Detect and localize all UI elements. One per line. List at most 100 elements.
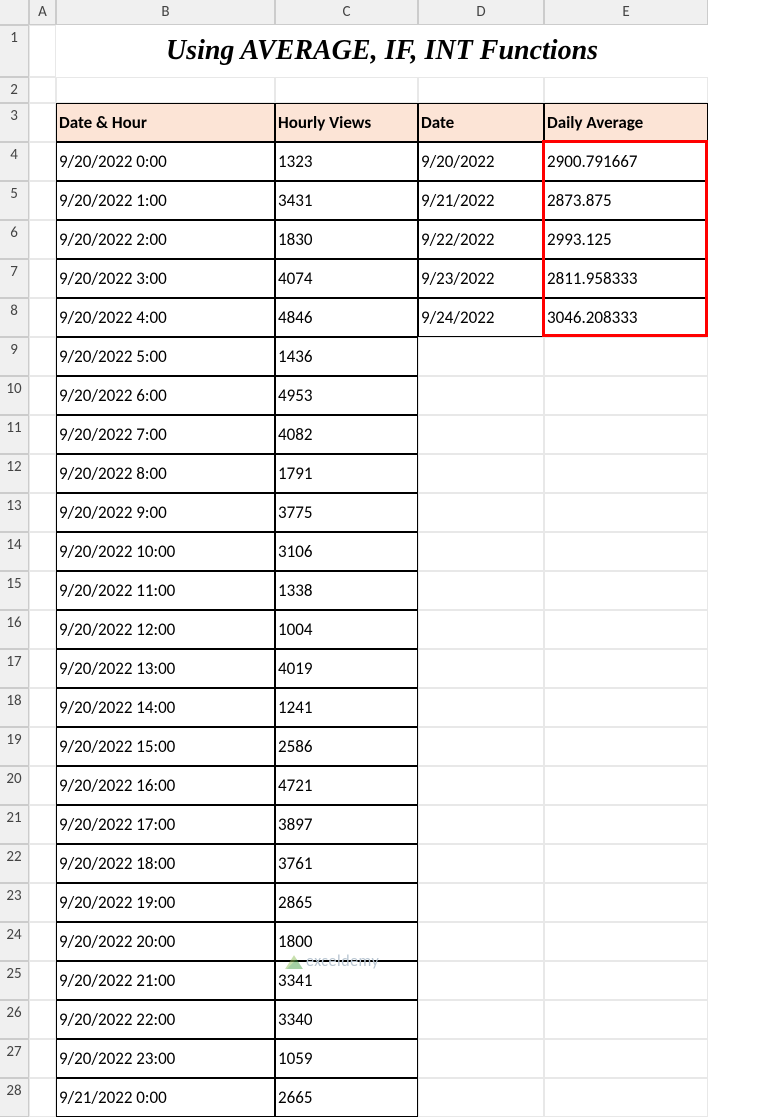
cell-date[interactable] (418, 727, 544, 766)
cell-hourly-views[interactable]: 4846 (275, 298, 418, 337)
cell-a1[interactable] (29, 25, 56, 77)
cell-daily-average[interactable] (544, 610, 708, 649)
cell-daily-average[interactable] (544, 376, 708, 415)
cell-a22[interactable] (29, 844, 56, 883)
cell-date-hour[interactable]: 9/20/2022 3:00 (56, 259, 275, 298)
cell-date-hour[interactable]: 9/20/2022 15:00 (56, 727, 275, 766)
cell-hourly-views[interactable]: 3106 (275, 532, 418, 571)
cell-date[interactable] (418, 649, 544, 688)
cell-date-hour[interactable]: 9/20/2022 5:00 (56, 337, 275, 376)
cell-a6[interactable] (29, 220, 56, 259)
cell-a12[interactable] (29, 454, 56, 493)
cell-date-hour[interactable]: 9/20/2022 13:00 (56, 649, 275, 688)
cell-hourly-views[interactable]: 3775 (275, 493, 418, 532)
row-header-21[interactable]: 21 (0, 805, 29, 844)
cell-date[interactable]: 9/22/2022 (418, 220, 544, 259)
cell-date[interactable]: 9/23/2022 (418, 259, 544, 298)
cell-hourly-views[interactable]: 1323 (275, 142, 418, 181)
cell-daily-average[interactable] (544, 415, 708, 454)
cell-date-hour[interactable]: 9/20/2022 19:00 (56, 883, 275, 922)
cell-date[interactable] (418, 766, 544, 805)
cell-date[interactable] (418, 493, 544, 532)
cell-a11[interactable] (29, 415, 56, 454)
cell-date[interactable] (418, 454, 544, 493)
cell-a2[interactable] (29, 77, 56, 103)
cell-date[interactable] (418, 1000, 544, 1039)
cell-hourly-views[interactable]: 1800 (275, 922, 418, 961)
cell-date[interactable] (418, 610, 544, 649)
row-header-14[interactable]: 14 (0, 532, 29, 571)
row-header-3[interactable]: 3 (0, 103, 29, 142)
row-header-16[interactable]: 16 (0, 610, 29, 649)
cell-daily-average[interactable] (544, 1000, 708, 1039)
cell-date-hour[interactable]: 9/20/2022 17:00 (56, 805, 275, 844)
cell-date-hour[interactable]: 9/20/2022 0:00 (56, 142, 275, 181)
row-header-17[interactable]: 17 (0, 649, 29, 688)
cell-daily-average[interactable] (544, 805, 708, 844)
cell-date-hour[interactable]: 9/20/2022 22:00 (56, 1000, 275, 1039)
cell-hourly-views[interactable]: 1004 (275, 610, 418, 649)
row-header-23[interactable]: 23 (0, 883, 29, 922)
cell-a17[interactable] (29, 649, 56, 688)
cell-a23[interactable] (29, 883, 56, 922)
row-header-8[interactable]: 8 (0, 298, 29, 337)
cell-hourly-views[interactable]: 1830 (275, 220, 418, 259)
cell-date[interactable] (418, 1078, 544, 1117)
cell-daily-average[interactable] (544, 571, 708, 610)
cell-a3[interactable] (29, 103, 56, 142)
cell-a9[interactable] (29, 337, 56, 376)
cell-date[interactable]: 9/21/2022 (418, 181, 544, 220)
col-header-c[interactable]: C (275, 0, 418, 25)
header-date[interactable]: Date (418, 103, 544, 142)
row-header-19[interactable]: 19 (0, 727, 29, 766)
cell-daily-average[interactable] (544, 844, 708, 883)
cell-a7[interactable] (29, 259, 56, 298)
cell-date[interactable]: 9/24/2022 (418, 298, 544, 337)
header-daily-average[interactable]: Daily Average (544, 103, 708, 142)
cell-a18[interactable] (29, 688, 56, 727)
cell-date[interactable] (418, 883, 544, 922)
row-header-7[interactable]: 7 (0, 259, 29, 298)
cell-date-hour[interactable]: 9/20/2022 18:00 (56, 844, 275, 883)
row-header-24[interactable]: 24 (0, 922, 29, 961)
spreadsheet-grid[interactable]: A B C D E 1 Using AVERAGE, IF, INT Funct… (0, 0, 768, 142)
cell-hourly-views[interactable]: 1436 (275, 337, 418, 376)
cell-hourly-views[interactable]: 1791 (275, 454, 418, 493)
cell-b2[interactable] (56, 77, 275, 103)
cell-daily-average[interactable] (544, 649, 708, 688)
cell-date-hour[interactable]: 9/20/2022 10:00 (56, 532, 275, 571)
cell-daily-average[interactable] (544, 688, 708, 727)
cell-hourly-views[interactable]: 1059 (275, 1039, 418, 1078)
cell-date[interactable] (418, 922, 544, 961)
row-header-25[interactable]: 25 (0, 961, 29, 1000)
cell-a28[interactable] (29, 1078, 56, 1117)
cell-a27[interactable] (29, 1039, 56, 1078)
cell-date[interactable] (418, 688, 544, 727)
cell-a5[interactable] (29, 181, 56, 220)
cell-daily-average[interactable] (544, 337, 708, 376)
cell-date-hour[interactable]: 9/20/2022 20:00 (56, 922, 275, 961)
row-header-20[interactable]: 20 (0, 766, 29, 805)
row-header-26[interactable]: 26 (0, 1000, 29, 1039)
cell-a16[interactable] (29, 610, 56, 649)
cell-hourly-views[interactable]: 4953 (275, 376, 418, 415)
header-hourly-views[interactable]: Hourly Views (275, 103, 418, 142)
cell-c2[interactable] (275, 77, 418, 103)
header-date-hour[interactable]: Date & Hour (56, 103, 275, 142)
cell-daily-average[interactable] (544, 1078, 708, 1117)
cell-daily-average[interactable]: 3046.208333 (544, 298, 708, 337)
cell-daily-average[interactable] (544, 961, 708, 1000)
cell-a25[interactable] (29, 961, 56, 1000)
cell-date-hour[interactable]: 9/20/2022 6:00 (56, 376, 275, 415)
row-header-18[interactable]: 18 (0, 688, 29, 727)
cell-date-hour[interactable]: 9/20/2022 23:00 (56, 1039, 275, 1078)
cell-a21[interactable] (29, 805, 56, 844)
cell-hourly-views[interactable]: 4074 (275, 259, 418, 298)
cell-hourly-views[interactable]: 3341 (275, 961, 418, 1000)
cell-date[interactable]: 9/20/2022 (418, 142, 544, 181)
cell-hourly-views[interactable]: 2586 (275, 727, 418, 766)
row-header-9[interactable]: 9 (0, 337, 29, 376)
cell-date[interactable] (418, 805, 544, 844)
row-header-28[interactable]: 28 (0, 1078, 29, 1117)
cell-daily-average[interactable] (544, 454, 708, 493)
